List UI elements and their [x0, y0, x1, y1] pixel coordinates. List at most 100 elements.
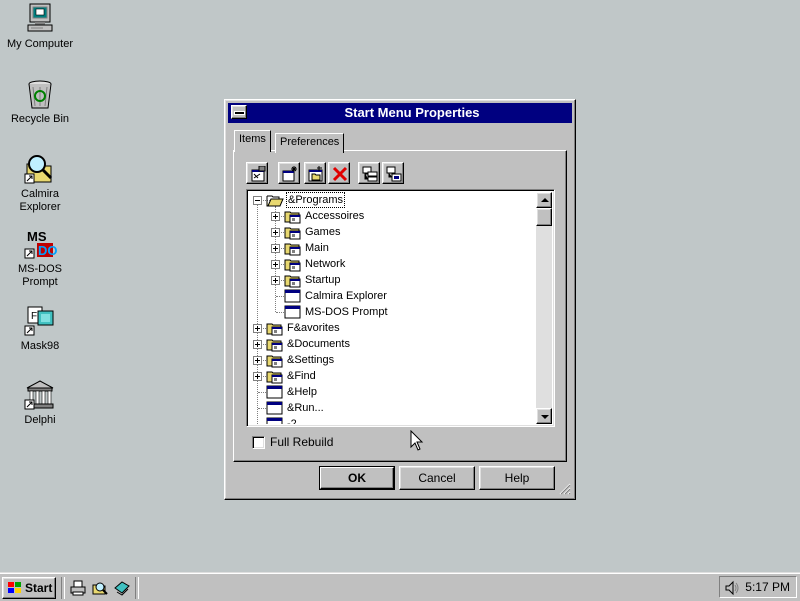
tree-item-label: &Documents — [287, 338, 350, 350]
tree-item-label: Calmira Explorer — [305, 290, 387, 302]
tab-items[interactable]: Items — [234, 130, 271, 152]
expand-icon[interactable] — [253, 372, 262, 381]
expand-all-icon — [362, 166, 378, 182]
help-button[interactable]: Help — [479, 466, 555, 490]
program-group-icon — [266, 368, 284, 384]
desktop-icon-delphi[interactable]: Delphi — [0, 378, 80, 427]
resize-grip-icon[interactable] — [559, 483, 571, 495]
tree-item[interactable]: Main — [249, 240, 536, 256]
expand-icon[interactable] — [271, 260, 280, 269]
tree-item[interactable]: &Settings — [249, 352, 536, 368]
speaker-icon[interactable] — [724, 580, 740, 596]
expand-icon[interactable] — [271, 276, 280, 285]
expand-icon[interactable] — [253, 356, 262, 365]
desktop-icon-recycle-bin[interactable]: Recycle Bin — [0, 77, 80, 126]
tree-item[interactable]: &Help — [249, 384, 536, 400]
desktop-icon-my-computer[interactable]: My Computer — [0, 2, 80, 51]
window-icon — [284, 304, 302, 320]
expand-icon[interactable] — [271, 228, 280, 237]
scroll-down-button[interactable] — [536, 408, 552, 424]
title-bar[interactable]: Start Menu Properties — [228, 103, 572, 123]
tree-item[interactable]: Network — [249, 256, 536, 272]
tree-item-label: &Programs — [286, 192, 346, 208]
desktop-icon-label: Delphi — [24, 414, 56, 426]
svg-text:F: F — [31, 311, 37, 322]
delphi-temple-icon — [23, 378, 57, 412]
program-group-icon — [266, 352, 284, 368]
start-menu-properties-dialog: Start Menu Properties Items Preferences — [224, 99, 576, 500]
new-item-button[interactable] — [278, 162, 300, 184]
help-button-label: Help — [504, 471, 530, 485]
expand-all-button[interactable] — [358, 162, 380, 184]
ok-button[interactable]: OK — [319, 466, 395, 490]
svg-text:MS: MS — [27, 229, 47, 244]
printer-icon[interactable] — [70, 580, 86, 596]
tree-item[interactable]: Accessoires — [249, 208, 536, 224]
checkbox-box[interactable] — [252, 436, 265, 449]
tree-item[interactable]: &Programs — [249, 192, 536, 208]
program-group-icon — [284, 224, 302, 240]
expand-icon[interactable] — [253, 324, 262, 333]
cancel-button[interactable]: Cancel — [399, 466, 475, 490]
tree-item[interactable]: Startup — [249, 272, 536, 288]
scroll-thumb[interactable] — [536, 208, 552, 226]
mask98-icon: F — [23, 304, 57, 338]
tree-item[interactable]: &Find — [249, 368, 536, 384]
tree-item-label: -2 — [287, 418, 297, 424]
program-group-icon — [266, 320, 284, 336]
properties-button[interactable] — [246, 162, 268, 184]
scroll-up-button[interactable] — [536, 192, 552, 208]
tree-item[interactable]: &Run... — [249, 400, 536, 416]
tree-item-label: Startup — [305, 274, 341, 286]
new-folder-button[interactable] — [304, 162, 326, 184]
tree-item[interactable]: MS-DOS Prompt — [249, 304, 536, 320]
search-folder-icon[interactable] — [92, 580, 108, 596]
clock[interactable]: 5:17 PM — [745, 577, 790, 597]
open-folder-icon — [266, 192, 284, 208]
tree-item[interactable]: -2 — [249, 416, 536, 424]
tree-item[interactable]: F&avorites — [249, 320, 536, 336]
program-group-icon — [284, 256, 302, 272]
dialog-title: Start Menu Properties — [344, 105, 480, 120]
window-icon — [266, 416, 284, 424]
desktop-icon-mask98[interactable]: F Mask98 — [0, 304, 80, 353]
collapse-all-button[interactable] — [382, 162, 404, 184]
tab-preferences[interactable]: Preferences — [275, 133, 345, 153]
delete-icon — [332, 166, 348, 182]
start-button[interactable]: Start — [2, 577, 56, 599]
tree-item[interactable]: &Documents — [249, 336, 536, 352]
tree-item-label: &Help — [287, 386, 317, 398]
msdos-icon: MS DOS — [23, 227, 67, 261]
tree-item-label: Games — [305, 226, 341, 238]
system-tray: 5:17 PM — [719, 576, 797, 598]
desktop-icon-calmira-explorer[interactable]: Calmira Explorer — [0, 152, 80, 214]
expand-icon[interactable] — [271, 244, 280, 253]
desktop-icon[interactable] — [114, 580, 130, 596]
expand-icon[interactable] — [253, 340, 262, 349]
windows-logo-icon — [8, 582, 21, 593]
delete-button[interactable] — [328, 162, 350, 184]
vertical-scrollbar[interactable] — [536, 192, 552, 424]
expand-icon[interactable] — [271, 212, 280, 221]
tree-item-label: Accessoires — [305, 210, 365, 222]
new-folder-icon — [308, 166, 323, 182]
collapse-icon[interactable] — [253, 196, 262, 205]
desktop-icon-label: Mask98 — [20, 340, 60, 352]
taskbar: Start 5:17 PM — [0, 572, 800, 601]
recycle-bin-icon — [23, 77, 57, 111]
computer-icon — [23, 2, 57, 36]
tab-label: Items — [239, 133, 266, 145]
tree-item[interactable]: Games — [249, 224, 536, 240]
system-menu-button[interactable] — [231, 105, 247, 119]
tree-item-label: MS-DOS Prompt — [305, 306, 388, 318]
window-icon — [284, 288, 302, 304]
desktop-icon-msdos-prompt[interactable]: MS DOS MS-DOS Prompt — [0, 227, 80, 289]
tree-item-label: Network — [305, 258, 346, 270]
menu-tree-view[interactable]: &Programs Accessoires Games Main Network Star… — [246, 189, 555, 427]
program-group-icon — [266, 336, 284, 352]
tree-item[interactable]: Calmira Explorer — [249, 288, 536, 304]
desktop-icon-label: Calmira Explorer — [19, 188, 61, 213]
properties-icon — [251, 166, 266, 182]
tree-item-label: Main — [305, 242, 329, 254]
tree-item-label: &Run... — [287, 402, 324, 414]
